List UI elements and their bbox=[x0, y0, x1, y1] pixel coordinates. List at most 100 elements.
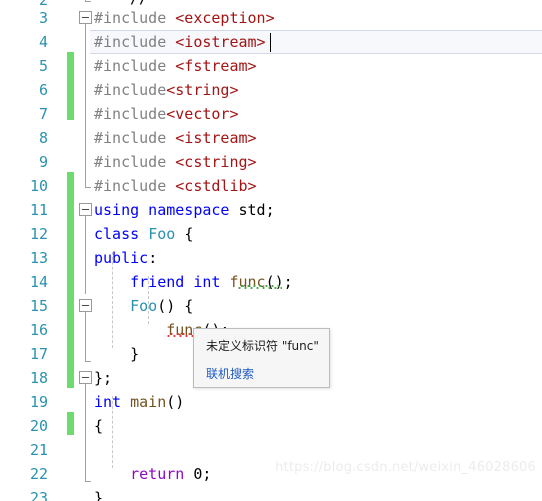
code-token: { bbox=[94, 417, 104, 435]
line-number: 11 bbox=[29, 201, 48, 219]
line-number: 20 bbox=[29, 417, 48, 435]
code-token: class bbox=[94, 225, 149, 243]
code-token: <iostream> bbox=[175, 33, 266, 51]
line-number: 21 bbox=[29, 441, 48, 459]
fold-toggle-icon[interactable] bbox=[79, 299, 92, 312]
warning-squiggle bbox=[238, 285, 282, 289]
code-token: () bbox=[166, 393, 185, 411]
code-token: #include bbox=[94, 33, 176, 51]
code-line[interactable]: } bbox=[94, 486, 542, 501]
code-token: #include bbox=[94, 105, 167, 123]
line-number: 15 bbox=[29, 297, 48, 315]
fold-bracket-line bbox=[85, 174, 91, 188]
code-token: #include bbox=[94, 177, 176, 195]
text-caret bbox=[270, 33, 271, 52]
code-token: <exception> bbox=[175, 9, 275, 27]
line-number-gutter: 2 3 4 5 6 7 8 9 10 11 12 13 14 15 16 17 … bbox=[0, 0, 48, 501]
line-number: 8 bbox=[38, 129, 48, 147]
fold-bracket-line bbox=[85, 210, 86, 294]
code-token: 0; bbox=[193, 465, 212, 483]
code-token: <string> bbox=[166, 81, 239, 99]
code-token: Foo bbox=[130, 297, 158, 315]
line-number: 6 bbox=[38, 81, 48, 99]
code-editor[interactable]: 2 3 4 5 6 7 8 9 10 11 12 13 14 15 16 17 … bbox=[0, 0, 542, 501]
code-token: { bbox=[184, 225, 194, 243]
online-search-link[interactable]: 联机搜索 bbox=[206, 365, 317, 383]
tooltip-message: 未定义标识符 "func" bbox=[206, 339, 319, 353]
line-number: 12 bbox=[29, 225, 48, 243]
code-token: <istream> bbox=[175, 129, 257, 147]
change-bar bbox=[67, 52, 74, 120]
code-token: return bbox=[94, 465, 194, 483]
code-token: int bbox=[94, 393, 131, 411]
code-token: () { bbox=[157, 297, 194, 315]
fold-toggle-icon[interactable] bbox=[79, 371, 92, 384]
line-number: 5 bbox=[38, 57, 48, 75]
line-number: 4 bbox=[38, 33, 48, 51]
change-bar bbox=[67, 412, 74, 435]
line-number: 19 bbox=[29, 393, 48, 411]
fold-bracket-line bbox=[85, 470, 91, 482]
fold-bracket-line bbox=[85, 306, 86, 348]
change-bar-gutter bbox=[67, 0, 74, 501]
code-line[interactable]: #include <istream> bbox=[94, 126, 542, 150]
code-line[interactable]: int main() bbox=[94, 390, 542, 414]
code-line[interactable]: friend int func(); bbox=[94, 270, 542, 294]
code-token: #include bbox=[94, 81, 167, 99]
code-token: #include bbox=[94, 9, 176, 27]
quick-info-tooltip: 未定义标识符 "func" 联机搜索 bbox=[193, 328, 330, 388]
code-line[interactable]: #include <fstream> bbox=[94, 54, 542, 78]
watermark-text: https://blog.csdn.net/weixin_46028606 bbox=[275, 460, 536, 475]
line-number: 17 bbox=[29, 345, 48, 363]
line-number: 9 bbox=[38, 153, 48, 171]
code-line[interactable] bbox=[94, 438, 542, 462]
code-token: }; bbox=[94, 369, 113, 387]
fold-bracket-line bbox=[85, 378, 86, 470]
line-number: 7 bbox=[38, 105, 48, 123]
line-number: 3 bbox=[38, 9, 48, 27]
line-number: 13 bbox=[29, 249, 48, 267]
code-token: std; bbox=[238, 201, 275, 219]
code-token: public bbox=[94, 249, 149, 267]
line-number: 18 bbox=[29, 369, 48, 387]
code-token: using namespace bbox=[94, 201, 239, 219]
outlining-gutter[interactable] bbox=[78, 0, 94, 501]
fold-bracket-line bbox=[85, 0, 91, 2]
code-token: <vector> bbox=[166, 105, 239, 123]
fold-bracket-line bbox=[85, 348, 91, 362]
code-token: #include bbox=[94, 129, 176, 147]
code-token: #include bbox=[94, 153, 176, 171]
code-token: Foo bbox=[148, 225, 185, 243]
change-bar bbox=[67, 172, 74, 388]
code-line[interactable]: #include<string> bbox=[94, 78, 542, 102]
code-line[interactable]: { bbox=[94, 414, 542, 438]
code-line[interactable]: #include <exception> bbox=[94, 6, 542, 30]
code-token: <fstream> bbox=[175, 57, 257, 75]
code-token: friend int bbox=[94, 273, 230, 291]
code-line[interactable]: #include<vector> bbox=[94, 102, 542, 126]
code-line[interactable]: #include <cstdlib> bbox=[94, 174, 542, 198]
code-line[interactable]: Foo() { bbox=[94, 294, 542, 318]
fold-toggle-icon[interactable] bbox=[79, 203, 92, 216]
code-line[interactable]: public: bbox=[94, 246, 542, 270]
code-token: #include bbox=[94, 57, 176, 75]
code-token: : bbox=[148, 249, 158, 267]
code-line[interactable]: using namespace std; bbox=[94, 198, 542, 222]
line-number: 23 bbox=[29, 489, 48, 501]
code-token: <cstdlib> bbox=[175, 177, 257, 195]
code-token: } bbox=[94, 489, 104, 501]
code-token-func[interactable]: main bbox=[130, 393, 166, 411]
fold-toggle-icon[interactable] bbox=[79, 11, 92, 24]
code-text-area[interactable]: // #include <exception> #include <iostre… bbox=[94, 0, 542, 501]
code-line[interactable]: #include <iostream> bbox=[94, 30, 542, 54]
line-number: 10 bbox=[29, 177, 48, 195]
fold-bracket-line bbox=[85, 18, 86, 174]
code-line[interactable]: class Foo { bbox=[94, 222, 542, 246]
code-token: } bbox=[94, 345, 140, 363]
code-token: <cstring> bbox=[175, 153, 257, 171]
line-number: 16 bbox=[29, 321, 48, 339]
line-number: 14 bbox=[29, 273, 48, 291]
code-line[interactable]: #include <cstring> bbox=[94, 150, 542, 174]
